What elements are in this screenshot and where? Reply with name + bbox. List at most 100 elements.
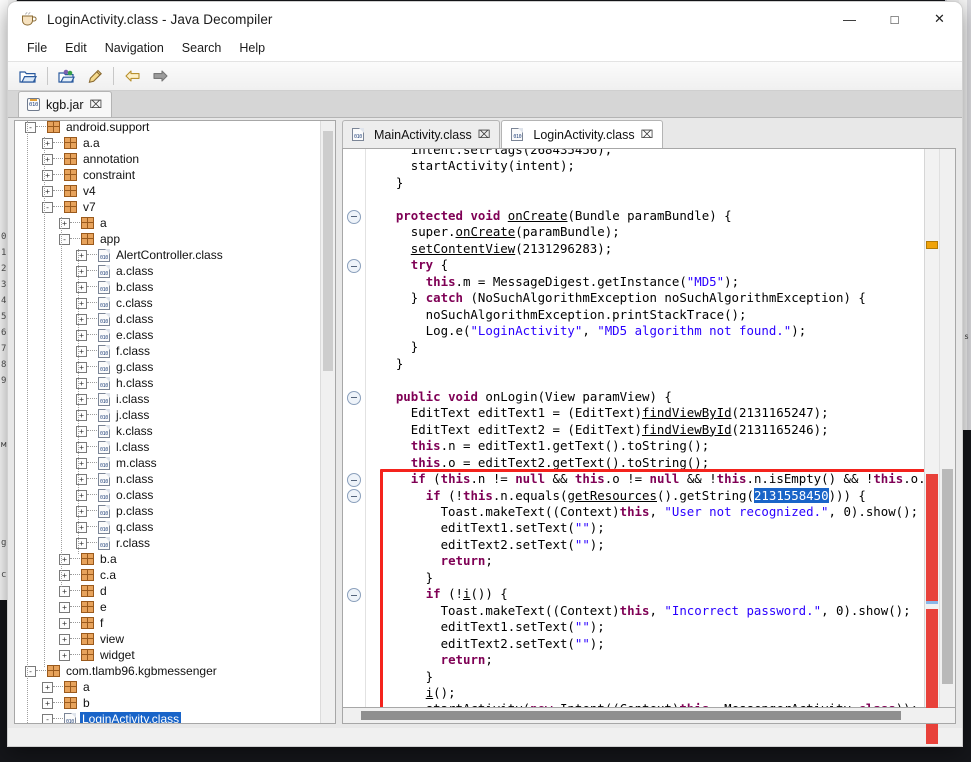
code-line: editText1.setText("");	[366, 520, 605, 536]
class-file-icon	[98, 424, 110, 438]
tree-connector	[87, 286, 97, 288]
class-file-icon	[98, 536, 110, 550]
tree-item[interactable]: + constraint	[15, 167, 320, 183]
tree-item[interactable]: + v4	[15, 183, 320, 199]
minimize-button[interactable]: —	[827, 2, 872, 36]
tree-connector	[87, 254, 97, 256]
maximize-button[interactable]: □	[872, 2, 917, 36]
fold-collapse-icon[interactable]	[347, 588, 361, 603]
fold-collapse-icon[interactable]	[347, 259, 361, 274]
overview-marker[interactable]	[926, 474, 938, 604]
tree-connector	[87, 526, 97, 528]
code-viewport[interactable]: intent.setFlags(268435456); startActivit…	[366, 149, 924, 707]
code-line: this.m = MessageDigest.getInstance("MD5"…	[425, 273, 740, 289]
tab-close-icon[interactable]: ⌧	[478, 128, 491, 141]
search-highlight-icon[interactable]	[82, 65, 106, 87]
menu-item-file[interactable]: File	[18, 39, 56, 57]
tree-item-label: j.class	[116, 407, 150, 422]
class-file-icon	[98, 440, 110, 454]
tree-item-label: h.class	[116, 375, 154, 390]
title-bar[interactable]: LoginActivity.class - Java Decompiler — …	[8, 2, 962, 36]
class-file-icon	[98, 248, 110, 262]
collapse-toggle-icon[interactable]: -	[42, 713, 53, 723]
expand-toggle-icon[interactable]: +	[59, 649, 70, 661]
tree-item-selected[interactable]: - LoginActivity.class	[15, 711, 320, 723]
tree-item[interactable]: + widget	[15, 647, 320, 663]
tree-item-label: e.class	[116, 327, 154, 342]
jar-icon	[27, 98, 40, 111]
expand-toggle-icon[interactable]: +	[59, 633, 70, 645]
close-button[interactable]: ✕	[917, 2, 962, 36]
expand-toggle-icon[interactable]: +	[42, 681, 53, 693]
editor-scroll-thumb[interactable]	[942, 469, 953, 684]
tree-item[interactable]: + e	[15, 599, 320, 615]
tree-item-label: e	[100, 599, 107, 614]
editor-hscroll-thumb[interactable]	[361, 711, 901, 720]
fold-collapse-icon[interactable]	[347, 489, 361, 504]
tree-item[interactable]: + b	[15, 695, 320, 711]
fold-gutter[interactable]	[343, 149, 366, 707]
fold-collapse-icon[interactable]	[347, 209, 361, 224]
fold-collapse-icon[interactable]	[347, 473, 361, 487]
tree-item[interactable]: + a.a	[15, 135, 320, 151]
jar-tab-close-icon[interactable]: ⌧	[90, 98, 103, 111]
tab-loginactivity-class[interactable]: LoginActivity.class ⌧	[501, 120, 664, 148]
package-icon	[81, 233, 94, 245]
tree-connector	[53, 702, 63, 704]
editor-horizontal-scrollbar[interactable]	[342, 708, 956, 724]
class-file-icon	[98, 280, 110, 294]
forward-arrow-icon[interactable]	[148, 65, 172, 87]
tree-item-label: AlertController.class	[116, 247, 223, 262]
menu-item-edit[interactable]: Edit	[56, 39, 96, 57]
menu-item-search[interactable]: Search	[173, 39, 231, 57]
tree-item-label: a	[83, 679, 90, 694]
editor-vertical-scrollbar[interactable]	[939, 149, 955, 707]
tree-item-label: constraint	[83, 167, 136, 182]
tree-item-label: v4	[83, 183, 96, 198]
code-line: protected void onCreate(Bundle paramBund…	[395, 207, 732, 223]
tab-mainactivity-class[interactable]: MainActivity.class ⌧	[342, 120, 501, 148]
package-icon	[81, 553, 94, 565]
tree-item-label: b	[83, 695, 90, 710]
open-file-icon[interactable]	[16, 65, 40, 87]
expand-toggle-icon[interactable]: +	[59, 617, 70, 629]
overview-marker[interactable]	[926, 241, 938, 249]
source-code[interactable]: intent.setFlags(268435456); startActivit…	[366, 149, 924, 707]
tree-connector	[87, 542, 97, 544]
expand-toggle-icon[interactable]: +	[42, 697, 53, 709]
tree-item[interactable]: + annotation	[15, 151, 320, 167]
tree-item[interactable]: - com.tlamb96.kgbmessenger	[15, 663, 320, 679]
tree-item-label: f	[100, 615, 104, 630]
fold-collapse-icon[interactable]	[347, 390, 361, 405]
expand-toggle-icon[interactable]: +	[59, 585, 70, 597]
tree-item[interactable]: + view	[15, 631, 320, 647]
tree-item-label: r.class	[116, 535, 151, 550]
overview-ruler[interactable]	[924, 149, 939, 744]
tree-item[interactable]: - android.support	[15, 121, 320, 135]
tree-item[interactable]: - v7	[15, 199, 320, 215]
tree-vertical-scrollbar[interactable]	[320, 121, 335, 723]
expand-toggle-icon[interactable]: +	[59, 601, 70, 613]
tree-connector	[70, 590, 80, 592]
back-arrow-icon[interactable]	[121, 65, 145, 87]
tree-item-label: l.class	[116, 439, 150, 454]
menu-item-navigation[interactable]: Navigation	[96, 39, 173, 57]
package-icon	[81, 649, 94, 661]
package-icon	[81, 617, 94, 629]
jar-tab-kgb[interactable]: kgb.jar ⌧	[18, 91, 113, 117]
menu-item-help[interactable]: Help	[230, 39, 274, 57]
tab-close-icon[interactable]: ⌧	[641, 128, 654, 141]
class-file-icon	[98, 264, 110, 278]
package-tree[interactable]: - android.support + a.a + annotation + constrai…	[15, 121, 320, 723]
tree-scroll-thumb[interactable]	[323, 131, 333, 371]
tree-item[interactable]: + f	[15, 615, 320, 631]
open-type-icon[interactable]	[55, 65, 79, 87]
overview-marker[interactable]	[926, 601, 938, 604]
tree-item[interactable]: + a	[15, 679, 320, 695]
tree-connector	[53, 174, 63, 176]
tree-connector	[87, 430, 97, 432]
code-line: try {	[410, 257, 449, 273]
tree-connector	[70, 238, 80, 240]
tree-item-label: a	[100, 215, 107, 230]
class-icon	[352, 128, 364, 141]
